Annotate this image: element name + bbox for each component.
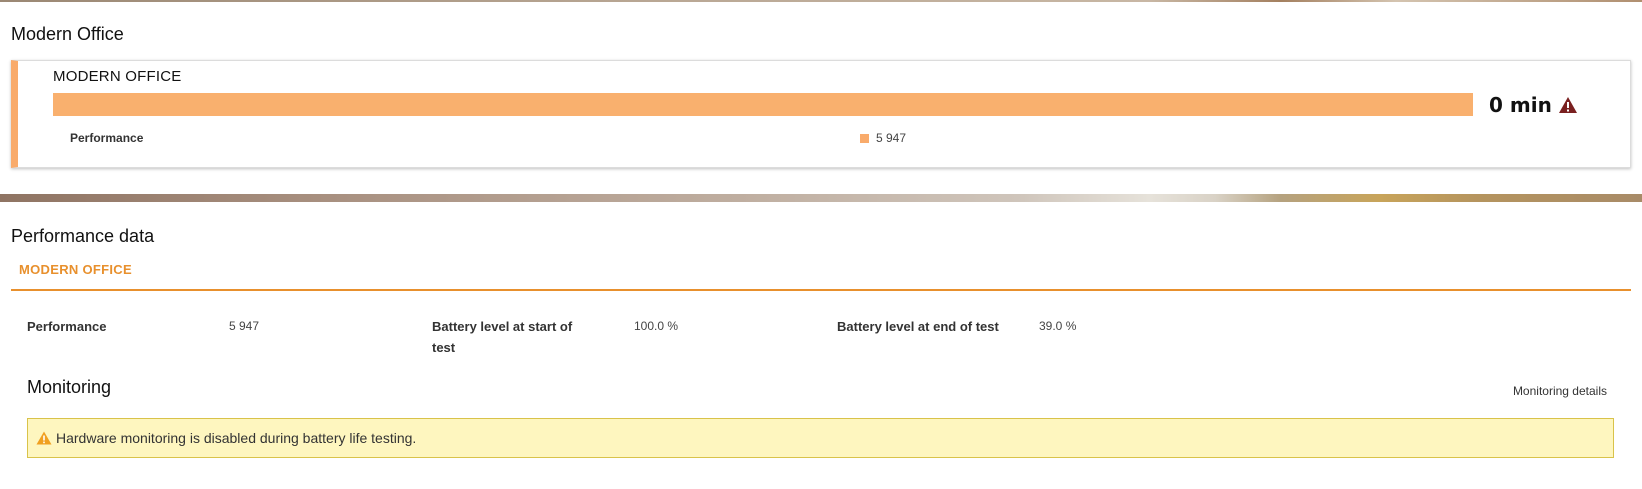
tab-modern-office[interactable]: MODERN OFFICE (19, 262, 132, 277)
tab-underline (11, 289, 1631, 291)
section-title-performance-data: Performance data (11, 226, 155, 246)
top-banner-strip (0, 0, 1642, 2)
battery-duration-bar (53, 93, 1473, 116)
stat-label-battery-start: Battery level at start of test (432, 319, 573, 355)
stat-label-performance: Performance (27, 319, 107, 334)
stat-value-battery-start: 100.0 % (634, 319, 679, 333)
monitoring-details-link[interactable]: Monitoring details (1513, 384, 1607, 398)
performance-legend: 5 947 (860, 131, 906, 145)
warning-triangle-icon (36, 431, 52, 445)
battery-duration-bar-fill (53, 93, 1473, 116)
section-title-modern-office: Modern Office (11, 24, 124, 44)
mid-banner-strip (0, 194, 1642, 202)
performance-label: Performance (70, 131, 144, 145)
stat-value-performance: 5 947 (229, 319, 260, 333)
warning-triangle-icon[interactable] (1558, 96, 1578, 114)
duration-value: 0 min (1489, 93, 1552, 117)
modern-office-result-card: MODERN OFFICE 0 min Performance 5 947 (11, 60, 1631, 168)
legend-value: 5 947 (876, 131, 907, 145)
legend-swatch (860, 133, 869, 143)
stat-value-battery-end: 39.0 % (1039, 319, 1077, 333)
monitoring-title: Monitoring (27, 377, 112, 397)
duration-readout: 0 min (1489, 93, 1578, 117)
stat-label-battery-end: Battery level at end of test (837, 319, 999, 334)
card-heading: MODERN OFFICE (53, 68, 182, 85)
monitoring-disabled-alert: Hardware monitoring is disabled during b… (27, 418, 1614, 458)
alert-text: Hardware monitoring is disabled during b… (56, 430, 417, 446)
